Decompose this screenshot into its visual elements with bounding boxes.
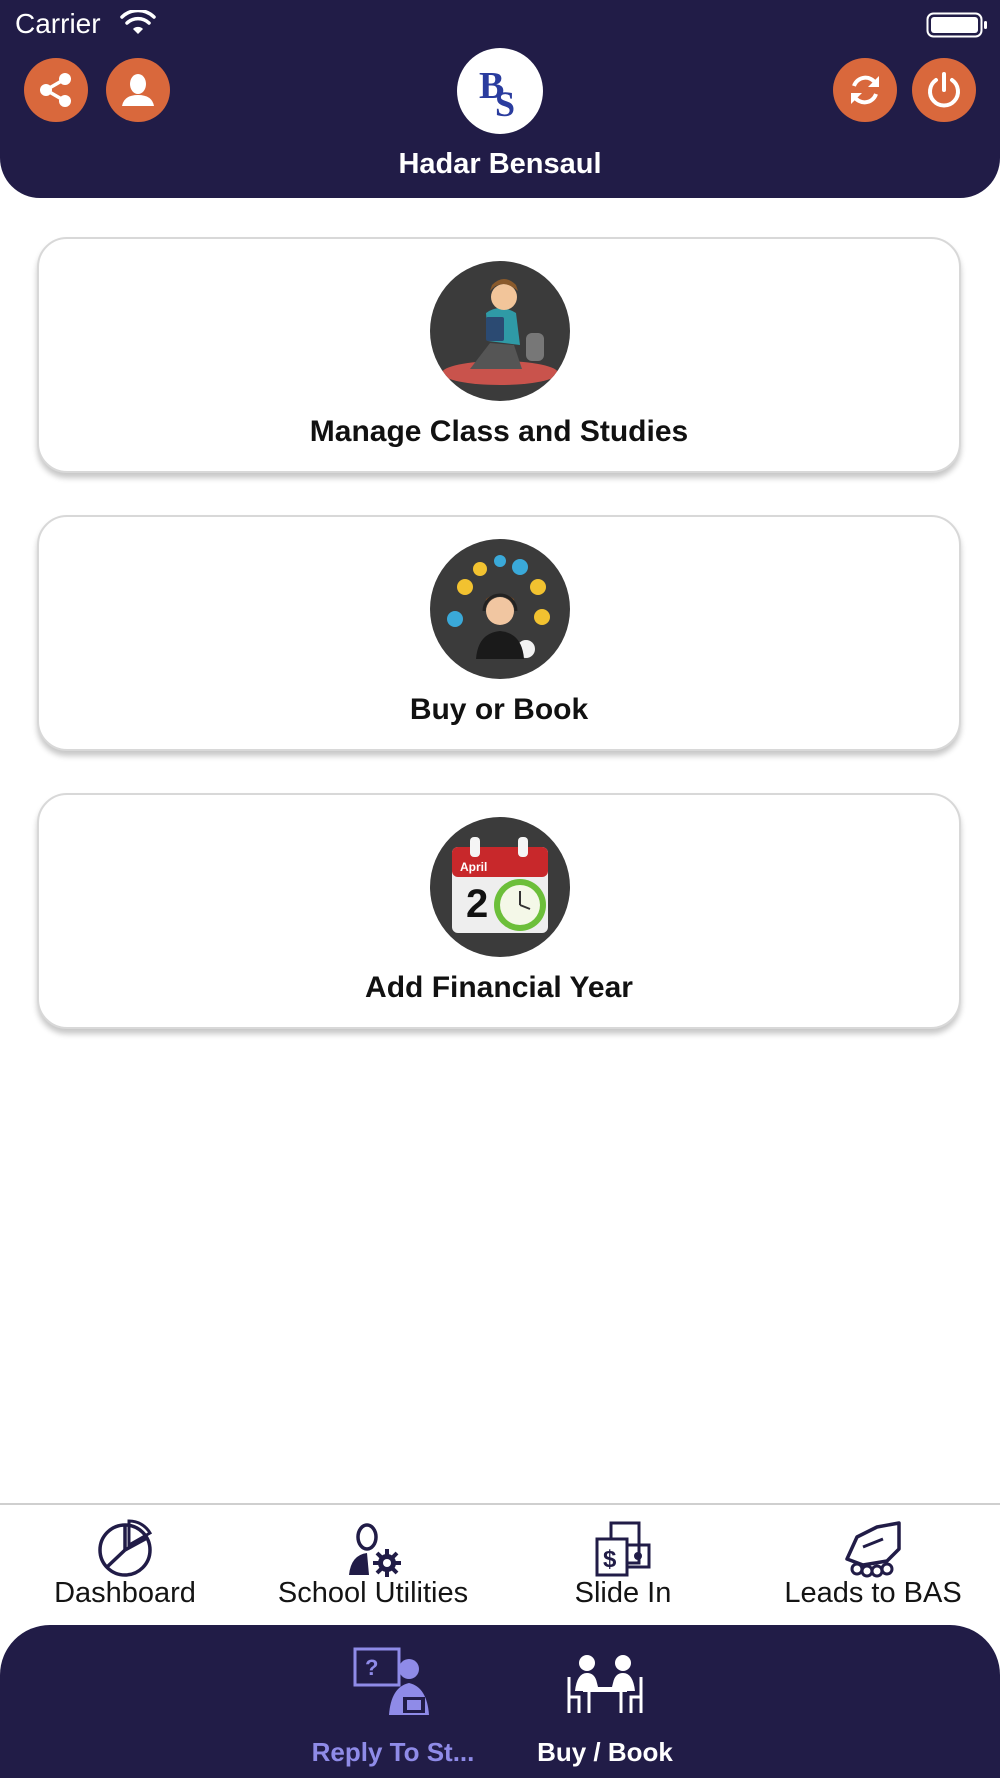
- dock-buy-book[interactable]: Buy / Book: [505, 1625, 705, 1778]
- bottom-tab-bar: Dashboard School Utilities $ Slide In Le…: [0, 1503, 1000, 1627]
- card-label: Manage Class and Studies: [309, 415, 689, 448]
- dock-label: Buy / Book: [537, 1737, 673, 1767]
- tab-label: School Utilities: [277, 1577, 469, 1609]
- tab-slide-in[interactable]: $ Slide In: [498, 1505, 748, 1627]
- svg-text:S: S: [495, 84, 515, 124]
- bs-logo-icon: B S: [479, 65, 515, 124]
- user-gear-icon: [349, 1523, 401, 1577]
- svg-text:?: ?: [365, 1655, 378, 1680]
- refresh-icon: [851, 75, 879, 105]
- carrier-label: Carrier: [15, 8, 101, 39]
- tab-label: Dashboard: [54, 1577, 196, 1609]
- user-name: Hadar Bensaul: [398, 148, 602, 180]
- logout-button[interactable]: [912, 58, 976, 122]
- dock-reply-to-students[interactable]: ? Reply To St...: [293, 1625, 493, 1778]
- teacher-board-icon: ?: [353, 1647, 429, 1715]
- status-bar: Carrier: [0, 0, 1000, 50]
- calendar-day: 2: [466, 882, 488, 926]
- calendar-month: April: [460, 860, 487, 874]
- handshake-icon: [845, 1521, 901, 1578]
- money-receipt-icon: $: [595, 1521, 651, 1577]
- battery-icon: [926, 12, 987, 38]
- power-icon: [928, 72, 960, 108]
- tab-label: Leads to BAS: [784, 1577, 962, 1609]
- tab-school-utilities[interactable]: School Utilities: [248, 1505, 498, 1627]
- share-button[interactable]: [24, 58, 88, 122]
- profile-icon: [122, 74, 154, 106]
- share-icon: [40, 73, 71, 107]
- card-label: Buy or Book: [409, 693, 589, 726]
- dock-label: Reply To St...: [311, 1737, 475, 1767]
- add-financial-year-card[interactable]: April 2 Add Financial Year: [37, 793, 961, 1029]
- school-logo: B S: [457, 48, 543, 134]
- svg-text:$: $: [603, 1546, 617, 1573]
- card-label: Add Financial Year: [365, 971, 633, 1004]
- meeting-table-icon: [567, 1655, 643, 1713]
- tab-label: Slide In: [574, 1577, 672, 1609]
- bottom-dock: ? Reply To St... Buy / Book: [0, 1625, 1000, 1778]
- wifi-icon: [120, 10, 156, 34]
- buy-or-book-card[interactable]: Buy or Book: [37, 515, 961, 751]
- app-header: Carrier B S Hadar Bensaul: [0, 0, 1000, 198]
- student-reading-icon: [430, 261, 570, 401]
- refresh-button[interactable]: [833, 58, 897, 122]
- profile-button[interactable]: [106, 58, 170, 122]
- calendar-clock-icon: April 2: [430, 817, 570, 957]
- pie-chart-icon: [98, 1519, 153, 1577]
- manage-class-card[interactable]: Manage Class and Studies: [37, 237, 961, 473]
- tab-dashboard[interactable]: Dashboard: [0, 1505, 250, 1627]
- support-agent-icon: [430, 539, 570, 679]
- tab-leads-to-bas[interactable]: Leads to BAS: [748, 1505, 998, 1627]
